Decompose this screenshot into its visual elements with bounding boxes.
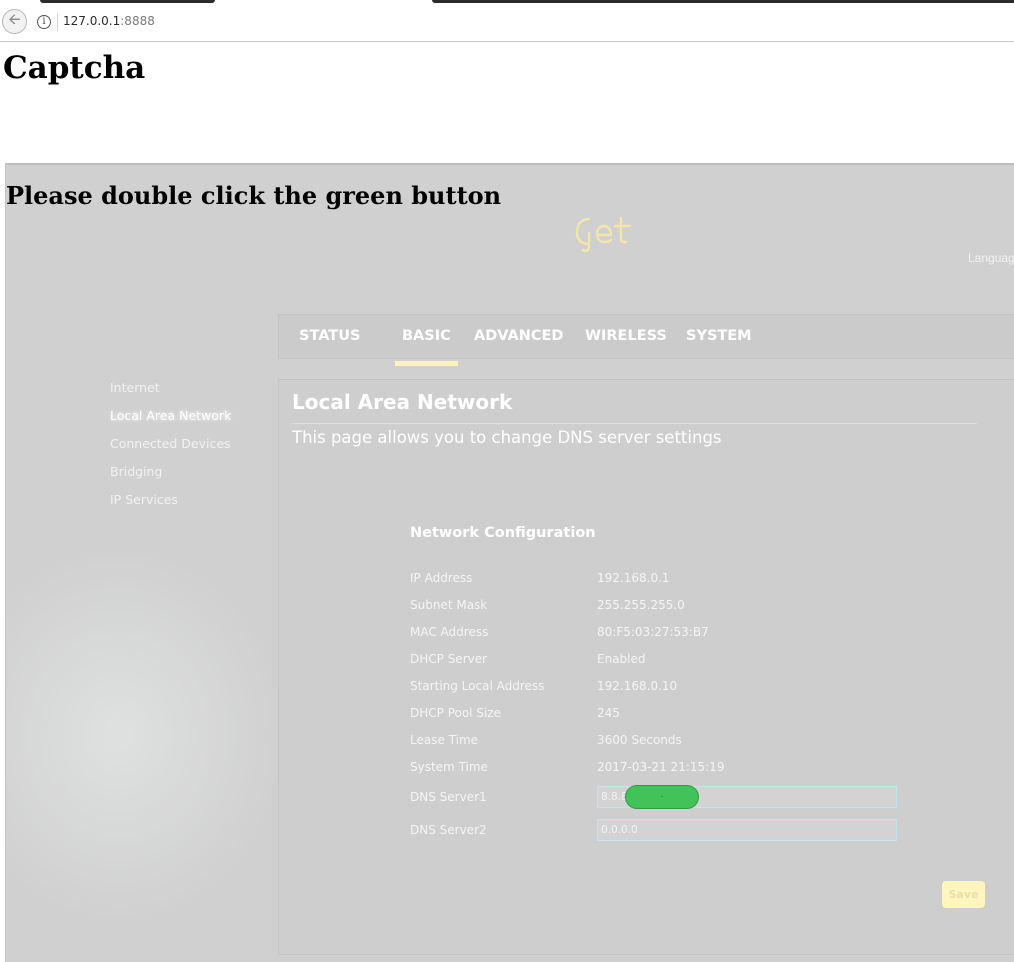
- info-icon[interactable]: i: [37, 15, 51, 29]
- sidebar-item-bridging[interactable]: Bridging: [110, 464, 162, 479]
- starting-local-address-value: 192.168.0.10: [597, 679, 678, 693]
- content-panel: Local Area Network This page allows you …: [278, 379, 1014, 955]
- url-field[interactable]: 127.0.0.1:8888: [63, 14, 155, 28]
- router-logo: get: [575, 213, 632, 253]
- mac-address-label: MAC Address: [410, 625, 489, 639]
- back-arrow-icon[interactable]: 🡨: [2, 9, 27, 34]
- subnet-mask-value: 255.255.255.0: [597, 598, 685, 612]
- url-divider: [57, 13, 58, 31]
- sidebar-item-internet[interactable]: Internet: [110, 380, 160, 395]
- nav-tab-status[interactable]: STATUS: [299, 315, 360, 358]
- dns-server2-input[interactable]: 0.0.0.0: [597, 819, 897, 841]
- sidebar-item-connected-devices[interactable]: Connected Devices: [110, 436, 231, 451]
- dhcp-server-label: DHCP Server: [410, 652, 488, 666]
- browser-tab[interactable]: [40, 0, 215, 3]
- lease-time-value: 3600 Seconds: [597, 733, 682, 747]
- top-navigation: STATUS BASIC ADVANCED WIRELESS SYSTEM: [278, 314, 1014, 366]
- nav-tab-system[interactable]: SYSTEM: [686, 315, 752, 358]
- captcha-frame: Please double click the green button get…: [5, 163, 1014, 962]
- subnet-mask-label: Subnet Mask: [410, 598, 488, 612]
- background-glow: [6, 545, 286, 925]
- logo-text: get: [575, 213, 601, 217]
- save-button[interactable]: Save: [942, 881, 985, 908]
- system-time-label: System Time: [410, 760, 488, 774]
- browser-tab[interactable]: [432, 0, 1014, 3]
- nav-tab-wireless[interactable]: WIRELESS: [585, 315, 667, 358]
- sidebar-item-ip-services[interactable]: IP Services: [110, 492, 178, 507]
- starting-local-address-label: Starting Local Address: [410, 679, 545, 693]
- panel-description: This page allows you to change DNS serve…: [292, 428, 722, 447]
- dns-server1-label: DNS Server1: [410, 790, 487, 804]
- dhcp-pool-size-label: DHCP Pool Size: [410, 706, 501, 720]
- sidebar-item-local-area-network[interactable]: Local Area Network: [110, 408, 231, 423]
- dhcp-server-value: Enabled: [597, 652, 646, 666]
- panel-title: Local Area Network: [292, 390, 513, 414]
- dhcp-pool-size-value: 245: [597, 706, 620, 720]
- language-selector[interactable]: Language: [968, 251, 1014, 265]
- green-captcha-button[interactable]: .: [625, 785, 699, 809]
- captcha-instruction: Please double click the green button: [6, 181, 502, 210]
- page-title: Captcha: [3, 50, 146, 86]
- url-host: 127.0.0.1: [63, 14, 121, 28]
- mac-address-value: 80:F5:03:27:53:B7: [597, 625, 709, 639]
- dns-server2-label: DNS Server2: [410, 823, 487, 837]
- section-title: Network Configuration: [410, 525, 596, 541]
- divider: [292, 423, 977, 424]
- lease-time-label: Lease Time: [410, 733, 479, 747]
- ip-address-label: IP Address: [410, 571, 473, 585]
- browser-address-bar: 🡨 i 127.0.0.1:8888: [0, 4, 1014, 42]
- nav-tab-basic[interactable]: BASIC: [395, 315, 458, 366]
- ip-address-value: 192.168.0.1: [597, 571, 670, 585]
- nav-tab-advanced[interactable]: ADVANCED: [474, 315, 563, 358]
- system-time-value: 2017-03-21 21:15:19: [597, 760, 725, 774]
- url-port: :8888: [120, 14, 155, 28]
